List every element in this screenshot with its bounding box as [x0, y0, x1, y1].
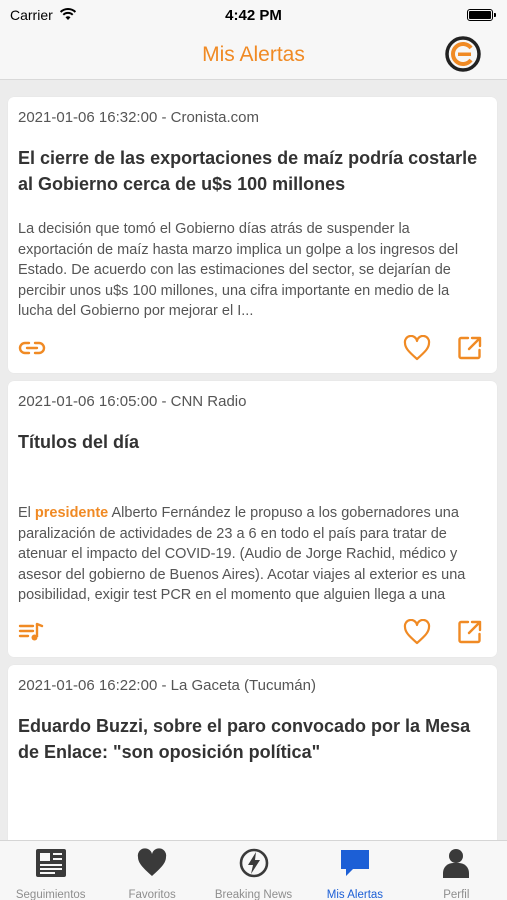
tab-label: Perfil	[443, 889, 470, 900]
audio-playlist-icon[interactable]	[18, 622, 44, 642]
open-external-icon[interactable]	[457, 619, 483, 645]
alert-card[interactable]: 2021-01-06 16:32:00 - Cronista.com El ci…	[8, 97, 497, 373]
tab-mis-alertas[interactable]: Mis Alertas	[304, 841, 405, 900]
nav-bar: Mis Alertas	[0, 30, 507, 80]
alert-card[interactable]: 2021-01-06 16:22:00 - La Gaceta (Tucumán…	[8, 665, 497, 840]
tab-label: Favoritos	[128, 889, 176, 900]
card-body: La decisión que tomó el Gobierno días at…	[18, 219, 485, 323]
tab-seguimientos[interactable]: Seguimientos	[0, 841, 101, 900]
card-meta: 2021-01-06 16:22:00 - La Gaceta (Tucumán…	[18, 677, 316, 694]
tab-breaking-news[interactable]: Breaking News	[203, 841, 304, 900]
carrier-label: Carrier	[10, 7, 53, 23]
tab-label: Seguimientos	[15, 889, 86, 900]
heart-icon	[136, 848, 168, 883]
card-actions	[18, 323, 485, 373]
tab-label: Mis Alertas	[326, 889, 384, 900]
person-icon	[441, 848, 471, 883]
card-meta: 2021-01-06 16:32:00 - Cronista.com	[18, 109, 259, 126]
card-body-text: El	[18, 505, 35, 521]
card-body-text: La decisión que tomó el Gobierno días at…	[18, 221, 459, 319]
battery-icon	[467, 9, 496, 21]
tab-perfil[interactable]: Perfil	[406, 841, 507, 900]
card-body-highlight: presidente	[34, 505, 109, 521]
page-title: Mis Alertas	[202, 42, 305, 66]
card-title[interactable]: Títulos del día	[18, 429, 485, 487]
alerts-feed[interactable]: 2021-01-06 16:32:00 - Cronista.com El ci…	[0, 81, 507, 840]
heart-icon[interactable]	[403, 335, 431, 361]
card-title[interactable]: El cierre de las exportaciones de maíz p…	[18, 145, 485, 203]
app-logo-icon[interactable]	[445, 36, 481, 72]
card-title[interactable]: Eduardo Buzzi, sobre el paro convocado p…	[18, 713, 485, 771]
tab-bar: Seguimientos Favoritos Breaking News Mis…	[0, 840, 507, 900]
newspaper-icon	[35, 848, 67, 883]
card-meta: 2021-01-06 16:05:00 - CNN Radio	[18, 393, 247, 410]
open-external-icon[interactable]	[457, 335, 483, 361]
wifi-icon	[59, 7, 77, 24]
tab-label: Breaking News	[214, 889, 293, 900]
alert-card[interactable]: 2021-01-06 16:05:00 - CNN Radio Títulos …	[8, 381, 497, 657]
card-body	[18, 787, 485, 840]
chat-bubble-icon	[339, 848, 371, 883]
card-body: El presidente Alberto Fernández le propu…	[18, 503, 485, 607]
status-bar: Carrier 4:42 PM	[0, 0, 507, 30]
card-actions	[18, 607, 485, 657]
lightning-icon	[239, 848, 269, 883]
link-icon[interactable]	[18, 340, 46, 356]
heart-icon[interactable]	[403, 619, 431, 645]
tab-favoritos[interactable]: Favoritos	[101, 841, 202, 900]
